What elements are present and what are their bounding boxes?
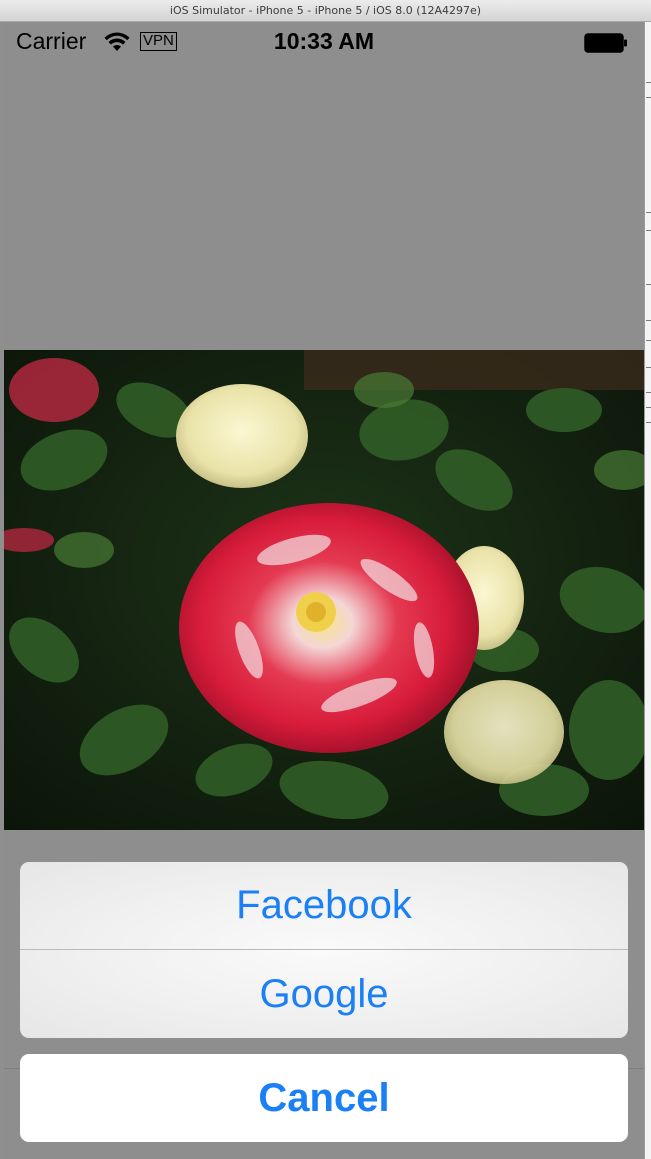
phone-screen: Carrier VPN 10:33 AM Facebook Google Can…	[4, 22, 644, 1159]
rose-photo-image	[4, 350, 644, 830]
action-sheet: Facebook Google	[20, 862, 628, 1038]
status-time: 10:33 AM	[273, 28, 375, 54]
facebook-option-button[interactable]: Facebook	[20, 862, 628, 950]
photo-view	[4, 350, 644, 830]
google-option-button[interactable]: Google	[20, 950, 628, 1038]
simulator-title: iOS Simulator - iPhone 5 - iPhone 5 / iO…	[169, 4, 482, 17]
simulator-title-bar: iOS Simulator - iPhone 5 - iPhone 5 / iO…	[0, 0, 651, 22]
status-bar: Carrier VPN 10:33 AM	[4, 22, 644, 62]
cancel-button[interactable]: Cancel	[20, 1054, 628, 1142]
battery-icon	[584, 33, 627, 53]
background-window-edge	[644, 22, 651, 1159]
